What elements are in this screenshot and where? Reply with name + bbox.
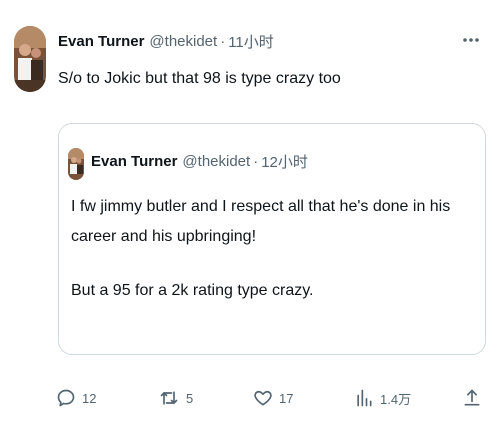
author-name[interactable]: Evan Turner xyxy=(58,33,144,50)
quote-author-handle: @thekidet xyxy=(182,152,251,170)
views-button[interactable]: 1.4万 xyxy=(354,384,411,412)
quoted-tweet[interactable]: Evan Turner @thekidet · 12小时 I fw jimmy … xyxy=(58,123,486,355)
quote-separator-dot: · xyxy=(253,152,259,170)
tweet: Evan Turner @thekidet · 11小时 S/o to Joki… xyxy=(0,0,500,440)
reply-button[interactable]: 12 xyxy=(56,384,96,412)
tweet-text: S/o to Jokic but that 98 is type crazy t… xyxy=(58,70,341,87)
quote-author-name: Evan Turner xyxy=(91,152,178,170)
timestamp[interactable]: 11小时 xyxy=(228,31,274,52)
views-icon xyxy=(354,388,374,408)
retweet-icon xyxy=(158,388,180,408)
reply-count: 12 xyxy=(82,390,97,406)
like-count: 17 xyxy=(279,390,294,406)
retweet-button[interactable]: 5 xyxy=(158,384,193,412)
more-horizontal-icon xyxy=(462,30,480,48)
quote-text-paragraph-1: I fw jimmy butler and I respect all that… xyxy=(71,198,451,245)
share-icon xyxy=(462,388,482,408)
quote-header: Evan Turner @thekidet · 12小时 xyxy=(91,150,308,172)
quote-avatar xyxy=(68,148,84,180)
quote-text: I fw jimmy butler and I respect all that… xyxy=(71,192,475,306)
tweet-header: Evan Turner @thekidet · 11小时 xyxy=(58,30,274,52)
views-count: 1.4万 xyxy=(380,391,412,407)
reply-icon xyxy=(56,388,76,408)
like-button[interactable]: 17 xyxy=(253,384,293,412)
quote-timestamp: 12小时 xyxy=(261,153,308,171)
heart-icon xyxy=(253,388,273,408)
quote-text-paragraph-2: But a 95 for a 2k rating type crazy. xyxy=(71,282,314,299)
more-options-button[interactable] xyxy=(460,28,482,50)
retweet-count: 5 xyxy=(186,390,194,406)
action-bar: 12 5 17 1.4万 xyxy=(0,384,500,412)
avatar[interactable] xyxy=(14,26,46,92)
separator-dot: · xyxy=(220,32,226,50)
share-button[interactable] xyxy=(462,384,482,412)
author-handle[interactable]: @thekidet xyxy=(149,33,217,50)
